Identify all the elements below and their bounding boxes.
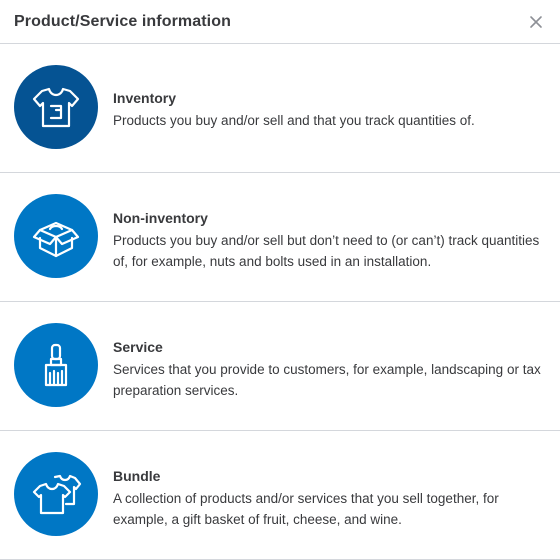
panel-header: Product/Service information <box>0 0 560 44</box>
item-type-list: Inventory Products you buy and/or sell a… <box>0 44 560 560</box>
item-type-text: Non-inventory Products you buy and/or se… <box>113 210 548 272</box>
item-type-description: Products you buy and/or sell but don’t n… <box>113 233 540 269</box>
item-type-description: Products you buy and/or sell and that yo… <box>113 113 475 128</box>
item-type-description: Services that you provide to customers, … <box>113 362 541 398</box>
item-type-service[interactable]: Service Services that you provide to cus… <box>0 302 560 431</box>
item-type-bundle[interactable]: Bundle A collection of products and/or s… <box>0 431 560 560</box>
item-type-name: Bundle <box>113 468 161 484</box>
item-type-name: Inventory <box>113 90 177 106</box>
item-type-name: Service <box>113 339 163 355</box>
item-type-description: A collection of products and/or services… <box>113 491 499 527</box>
two-shirts-icon <box>14 452 98 536</box>
panel-title: Product/Service information <box>14 12 231 30</box>
item-type-text: Inventory Products you buy and/or sell a… <box>113 90 548 131</box>
item-type-non-inventory[interactable]: Non-inventory Products you buy and/or se… <box>0 173 560 302</box>
product-service-panel: Product/Service information Inventory Pr… <box>0 0 560 560</box>
item-type-inventory[interactable]: Inventory Products you buy and/or sell a… <box>0 44 560 173</box>
item-type-text: Service Services that you provide to cus… <box>113 339 548 401</box>
item-type-name: Non-inventory <box>113 210 208 226</box>
item-type-text: Bundle A collection of products and/or s… <box>113 468 548 530</box>
paintbrush-icon <box>14 323 98 407</box>
t-shirt-icon <box>14 65 98 149</box>
open-box-icon <box>14 194 98 278</box>
close-icon[interactable] <box>528 14 544 30</box>
